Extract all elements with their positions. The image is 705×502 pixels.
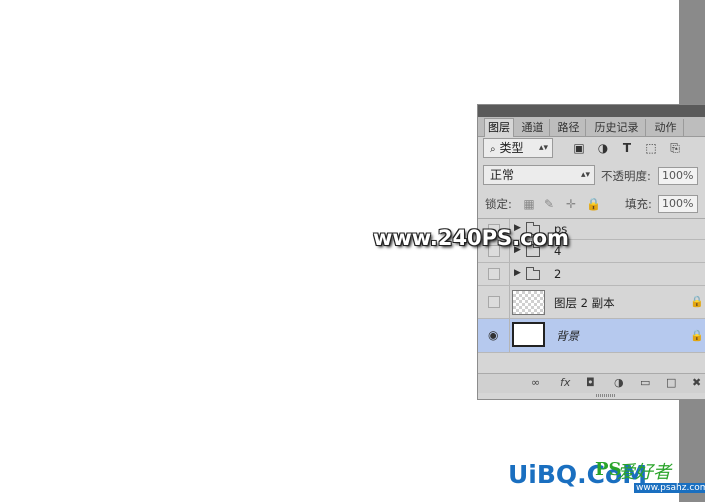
blend-row: 正常 ▴▾ 不透明度: 100% — [478, 165, 705, 189]
watermark-text: www.240PS.com — [373, 226, 569, 250]
panel-title-bar[interactable] — [478, 105, 705, 117]
adjustment-filter-icon[interactable]: ◑ — [596, 141, 610, 155]
chevron-updown-icon: ▴▾ — [580, 170, 590, 180]
blend-mode-select[interactable]: 正常 ▴▾ — [483, 165, 595, 185]
lock-row: 锁定: ▦ ✎ ✛ 🔒 填充: 100% — [478, 193, 705, 217]
layer-row[interactable]: 图层 2 副本 🔒 — [478, 286, 705, 319]
layer-name: 背景 — [556, 329, 579, 343]
visibility-toggle[interactable] — [488, 268, 500, 280]
layer-thumbnail — [512, 290, 545, 315]
layer-row[interactable]: ▶ 2 — [478, 263, 705, 286]
opacity-label: 不透明度: — [601, 169, 651, 183]
folder-icon[interactable]: ▭ — [640, 376, 650, 389]
fx-icon[interactable]: fx — [560, 376, 570, 389]
lock-icon: 🔒 — [690, 295, 704, 308]
trash-icon[interactable]: ✖ — [692, 376, 701, 389]
adjustment-icon[interactable]: ◑ — [614, 376, 624, 389]
divider — [509, 263, 510, 285]
divider — [509, 286, 510, 318]
layer-row[interactable]: ◉ 背景 🔒 — [478, 319, 705, 353]
fill-label: 填充: — [625, 197, 652, 211]
eye-icon[interactable]: ◉ — [488, 328, 498, 342]
logo-site: www.psahz.com — [634, 483, 705, 493]
lock-transparent-icon[interactable]: ▦ — [522, 197, 536, 211]
new-layer-icon[interactable]: □ — [666, 376, 676, 389]
divider — [509, 319, 510, 352]
tab-layers[interactable]: 图层 — [484, 118, 514, 137]
lock-move-icon[interactable]: ✛ — [564, 197, 578, 211]
layers-panel: 图层 通道 路径 历史记录 动作 ⌕ 类型 ▴▾ ▣ ◑ T ⬚ ⎘ 正常 ▴▾… — [477, 104, 705, 400]
lock-icon: 🔒 — [690, 329, 704, 342]
tab-paths[interactable]: 路径 — [552, 119, 586, 137]
type-filter-icon[interactable]: T — [620, 141, 634, 155]
lock-all-icon[interactable]: 🔒 — [586, 197, 601, 211]
tab-channels[interactable]: 通道 — [516, 119, 550, 137]
tab-actions[interactable]: 动作 — [648, 119, 684, 137]
search-icon: ⌕ — [490, 144, 496, 155]
fill-field[interactable]: 100% — [658, 195, 698, 213]
logo-cn: 爱好者 — [617, 462, 671, 483]
panel-tabs: 图层 通道 路径 历史记录 动作 — [478, 117, 705, 137]
filter-kind-label: 类型 — [499, 141, 524, 155]
layer-name: 图层 2 副本 — [554, 296, 615, 310]
lock-label: 锁定: — [485, 197, 512, 211]
folder-icon — [526, 267, 540, 280]
filter-kind-select[interactable]: ⌕ 类型 ▴▾ — [483, 138, 553, 158]
tab-history[interactable]: 历史记录 — [588, 119, 646, 137]
resize-grip[interactable] — [596, 394, 616, 397]
layer-thumbnail — [512, 322, 545, 347]
smart-object-filter-icon[interactable]: ⎘ — [668, 141, 682, 155]
link-icon[interactable]: ∞ — [531, 376, 540, 389]
layers-footer: ∞ fx ◘ ◑ ▭ □ ✖ — [478, 373, 705, 393]
lock-brush-icon[interactable]: ✎ — [542, 197, 556, 211]
layer-name: 2 — [554, 267, 562, 281]
image-filter-icon[interactable]: ▣ — [572, 141, 586, 155]
opacity-field[interactable]: 100% — [658, 167, 698, 185]
expand-triangle-icon[interactable]: ▶ — [514, 268, 521, 278]
visibility-toggle[interactable] — [488, 296, 500, 308]
blend-mode-value: 正常 — [490, 168, 515, 182]
chevron-updown-icon: ▴▾ — [538, 143, 548, 153]
mask-icon[interactable]: ◘ — [586, 376, 595, 389]
filter-row: ⌕ 类型 ▴▾ ▣ ◑ T ⬚ ⎘ — [478, 138, 705, 164]
shape-filter-icon[interactable]: ⬚ — [644, 141, 658, 155]
